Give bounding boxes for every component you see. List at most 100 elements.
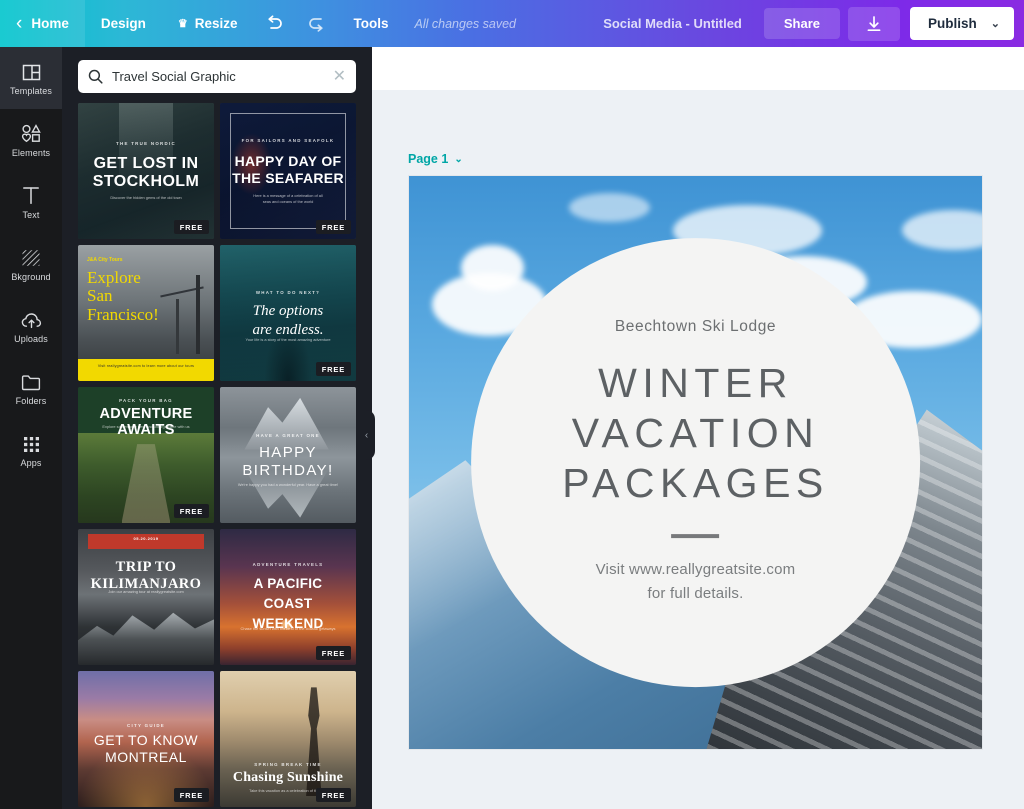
header-left-group: ‹ Home Design ♛ Resize <box>0 0 516 47</box>
sidebar-item-label: Apps <box>21 458 42 468</box>
template-subline: Your life is a story of the most amazing… <box>220 337 356 343</box>
template-title: GET LOST IN STOCKHOLM <box>78 155 214 191</box>
undo-icon <box>265 15 284 32</box>
sidebar-item-uploads[interactable]: Uploads <box>0 295 62 357</box>
template-card[interactable]: 05.20.2019 TRIP TO KILIMANJARO Join our … <box>78 529 214 665</box>
template-subline: Discover the hidden gems of the old town <box>78 195 214 201</box>
sidebar-item-background[interactable]: Bkground <box>0 233 62 295</box>
cloud-icon <box>461 245 524 291</box>
template-subline: We're happy you had a wonderful year. Ha… <box>220 482 356 488</box>
template-eyebrow: HAVE A GREAT ONE <box>228 433 348 438</box>
home-label: Home <box>31 16 69 31</box>
template-eyebrow: WHAT TO DO NEXT? <box>228 290 348 295</box>
templates-icon <box>22 60 41 81</box>
free-badge: FREE <box>316 788 351 802</box>
tools-menu-button[interactable]: Tools <box>338 0 405 47</box>
template-card[interactable]: CITY GUIDE GET TO KNOW MONTREAL FREE <box>78 671 214 807</box>
template-eyebrow-wrap: HAVE A GREAT ONE <box>220 433 356 438</box>
sidebar-item-label: Folders <box>16 396 47 406</box>
template-eyebrow: CITY GUIDE <box>86 723 206 728</box>
template-footer-band: Visit reallygreatsite.com to learn more … <box>78 359 214 381</box>
sidebar-item-label: Elements <box>12 148 50 158</box>
template-eyebrow-wrap: WHAT TO DO NEXT? <box>220 290 356 295</box>
sidebar-item-text[interactable]: Text <box>0 171 62 233</box>
redo-button[interactable] <box>296 15 338 32</box>
template-title: The options are endless. <box>220 302 356 339</box>
templates-panel: ✕ THE TRUE NORDIC GET LOST IN STOCKHOLM … <box>62 47 372 809</box>
template-eyebrow-wrap: SPRING BREAK TIME <box>220 762 356 767</box>
text-icon <box>22 184 40 205</box>
left-rail: Templates Elements Text <box>0 47 62 809</box>
free-badge: FREE <box>316 362 351 376</box>
design-title-line-3: PACKAGES <box>562 458 829 508</box>
template-eyebrow-wrap: ADVENTURE TRAVELS <box>220 562 356 567</box>
free-badge: FREE <box>174 504 209 518</box>
publish-button[interactable]: Publish ⌄ <box>910 7 1014 40</box>
search-box[interactable]: ✕ <box>78 60 356 93</box>
free-badge: FREE <box>174 788 209 802</box>
template-card[interactable]: SPRING BREAK TIME Chasing Sunshine Take … <box>220 671 356 807</box>
template-card[interactable]: J&A City Tours Explore San Francisco! Vi… <box>78 245 214 381</box>
template-title: GET TO KNOW MONTREAL <box>78 732 214 766</box>
resize-button[interactable]: ♛ Resize <box>162 0 254 47</box>
back-chevron-icon: ‹ <box>16 14 22 33</box>
uploads-icon <box>21 308 42 329</box>
canva-editor: ‹ Home Design ♛ Resize <box>0 0 1024 809</box>
chevron-down-icon: ⌄ <box>991 17 1000 30</box>
template-title: Chasing Sunshine <box>220 770 356 786</box>
design-label: Design <box>101 16 146 31</box>
template-eyebrow-wrap: THE TRUE NORDIC <box>78 141 214 146</box>
design-title-line-2: VACATION <box>572 408 820 458</box>
template-card[interactable]: WHAT TO DO NEXT? The options are endless… <box>220 245 356 381</box>
template-eyebrow: ADVENTURE TRAVELS <box>228 562 348 567</box>
template-card[interactable]: THE TRUE NORDIC GET LOST IN STOCKHOLM Di… <box>78 103 214 239</box>
free-badge: FREE <box>174 220 209 234</box>
template-eyebrow-wrap: FOR SAILORS AND SEAFOLK <box>220 138 356 143</box>
search-input[interactable] <box>112 69 324 84</box>
close-icon[interactable]: ✕ <box>333 69 346 85</box>
template-title: ADVENTURE AWAITS <box>78 406 214 438</box>
apps-icon <box>23 432 40 453</box>
chevron-down-icon: ⌄ <box>454 154 462 165</box>
template-title: HAPPY DAY OF THE SEAFARER <box>220 153 356 187</box>
template-card[interactable]: FOR SAILORS AND SEAFOLK HAPPY DAY OF THE… <box>220 103 356 239</box>
templates-grid[interactable]: THE TRUE NORDIC GET LOST IN STOCKHOLM Di… <box>62 103 372 809</box>
template-ridge <box>78 600 214 665</box>
cloud-icon <box>569 193 649 222</box>
page-selector[interactable]: Page 1 ⌄ <box>408 152 463 166</box>
home-button[interactable]: ‹ Home <box>0 0 85 47</box>
design-circle-overlay[interactable]: Beechtown Ski Lodge WINTER VACATION PACK… <box>471 238 921 688</box>
design-canvas[interactable]: Beechtown Ski Lodge WINTER VACATION PACK… <box>409 176 982 749</box>
redo-icon <box>307 15 326 32</box>
template-subline: Visit reallygreatsite.com to learn more … <box>78 359 214 368</box>
template-card[interactable]: HAVE A GREAT ONE HAPPY BIRTHDAY! We're h… <box>220 387 356 523</box>
sidebar-item-folders[interactable]: Folders <box>0 357 62 419</box>
templates-grid-inner: THE TRUE NORDIC GET LOST IN STOCKHOLM Di… <box>78 103 356 809</box>
sidebar-item-templates[interactable]: Templates <box>0 47 62 109</box>
sidebar-item-apps[interactable]: Apps <box>0 419 62 481</box>
panel-collapse-handle[interactable]: ‹ <box>358 410 375 460</box>
template-eyebrow: 05.20.2019 <box>88 534 205 544</box>
template-thumbnail <box>220 671 356 807</box>
design-divider <box>671 534 719 538</box>
template-card[interactable]: ADVENTURE TRAVELS A PACIFIC COAST WEEKEN… <box>220 529 356 665</box>
template-eyebrow: J&A City Tours <box>87 257 206 263</box>
page-label: Page 1 <box>408 152 448 166</box>
undo-button[interactable] <box>254 15 296 32</box>
template-peak <box>244 398 328 450</box>
template-subline: Explore somewhere new and unforgettable … <box>78 424 214 430</box>
tools-label: Tools <box>354 16 389 31</box>
template-card[interactable]: PACK YOUR BAG ADVENTURE AWAITS Explore s… <box>78 387 214 523</box>
design-menu-button[interactable]: Design <box>85 0 162 47</box>
chevron-left-icon: ‹ <box>365 430 368 441</box>
template-eyebrow: SPRING BREAK TIME <box>228 762 348 767</box>
template-subline: Here is a message of a celebration of al… <box>220 193 356 205</box>
undo-redo-group <box>254 15 338 32</box>
document-title[interactable]: Social Media - Untitled <box>603 16 742 31</box>
header-right-group: Social Media - Untitled Share Publish ⌄ <box>603 0 1024 47</box>
template-title: Explore San Francisco! <box>78 269 214 323</box>
background-icon <box>21 246 41 267</box>
share-button[interactable]: Share <box>764 8 840 39</box>
download-button[interactable] <box>848 7 900 41</box>
sidebar-item-elements[interactable]: Elements <box>0 109 62 171</box>
